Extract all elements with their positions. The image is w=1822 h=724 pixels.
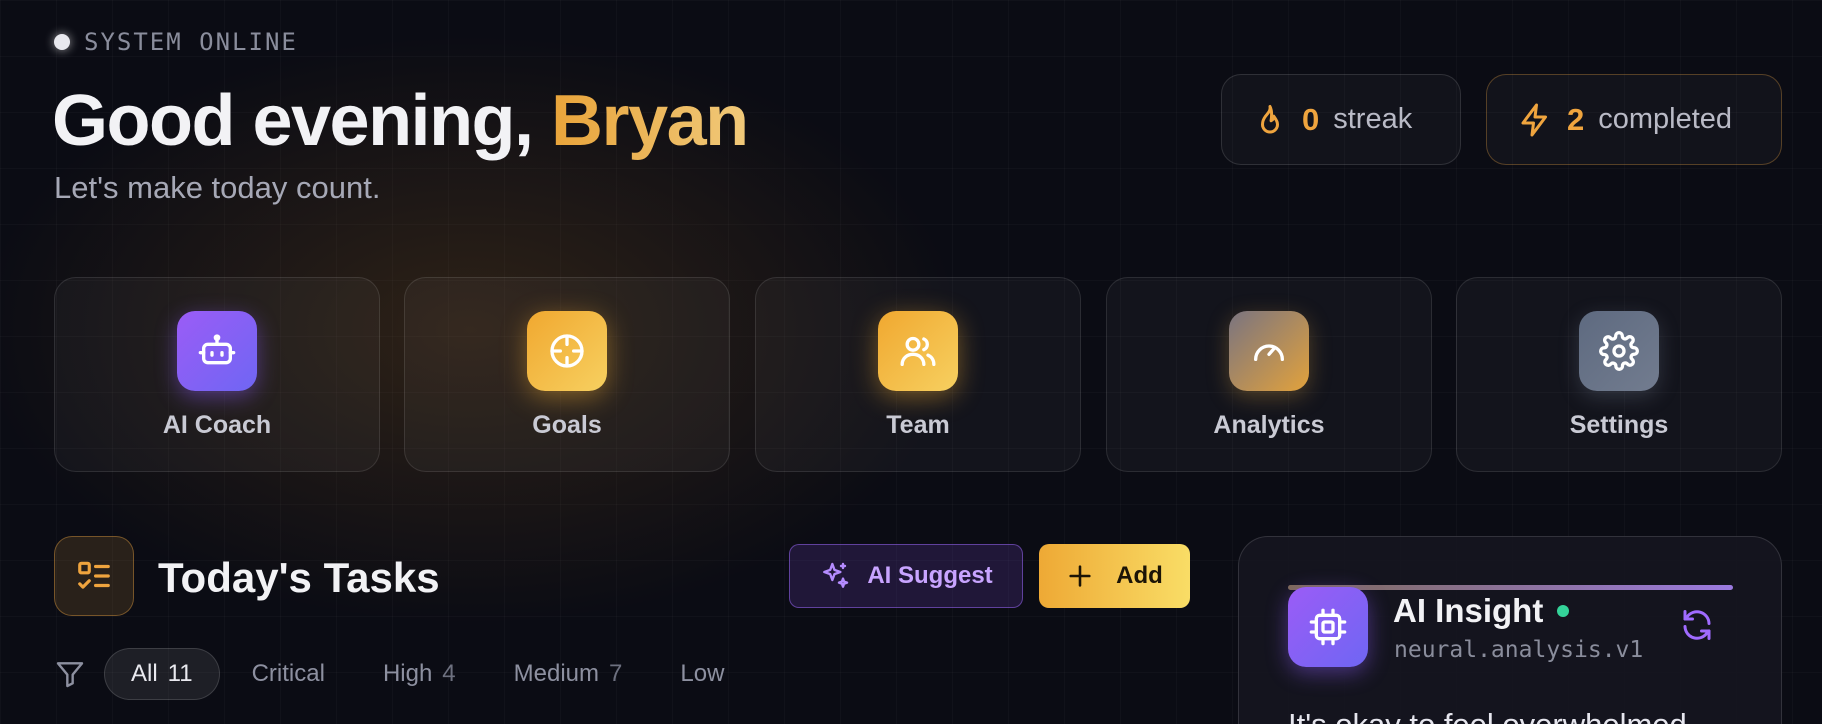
filter-label: High [382, 660, 433, 687]
filter-count: 11 [167, 660, 193, 687]
user-name: Bryan [551, 81, 749, 161]
page-subtitle: Let's make today count. [54, 170, 381, 205]
cpu-icon [1288, 587, 1368, 667]
completed-value: 2 [1567, 101, 1585, 137]
insight-message: It's okay to feel overwhelmed [1288, 707, 1687, 724]
filter-all[interactable]: All 11 [104, 648, 220, 700]
analytics-card[interactable]: Analytics [1106, 277, 1432, 472]
insight-title: AI Insight [1393, 592, 1570, 630]
streak-badge[interactable]: 0 streak [1221, 74, 1461, 165]
users-icon [878, 311, 958, 391]
insight-title-text: AI Insight [1393, 592, 1544, 629]
status-text: SYSTEM ONLINE [84, 28, 298, 56]
lightning-icon [1517, 102, 1553, 138]
completed-label: completed [1598, 103, 1733, 135]
add-task-button[interactable]: Add [1039, 544, 1190, 608]
team-card[interactable]: Team [755, 277, 1081, 472]
ai-suggest-label: AI Suggest [867, 562, 993, 589]
settings-card[interactable]: Settings [1456, 277, 1782, 472]
live-indicator [1557, 605, 1570, 617]
streak-label: streak [1333, 103, 1413, 135]
filter-label: Critical [251, 660, 325, 687]
status-dot [54, 34, 70, 50]
ai-coach-card[interactable]: AI Coach [54, 277, 380, 472]
completed-badge[interactable]: 2 completed [1486, 74, 1782, 165]
target-icon [527, 311, 607, 391]
task-list-icon [54, 536, 134, 616]
filter-label: All [131, 660, 158, 687]
ai-insight-panel: AI Insight neural.analysis.v1 It's okay … [1238, 536, 1782, 724]
streak-value: 0 [1302, 101, 1320, 137]
gear-icon [1579, 311, 1659, 391]
robot-icon [177, 311, 257, 391]
ai-coach-label: AI Coach [162, 411, 272, 439]
plus-icon [1066, 562, 1094, 590]
filter-label: Medium [513, 660, 600, 687]
sparkles-icon [819, 560, 851, 592]
filter-low[interactable]: Low [654, 648, 750, 700]
filter-critical[interactable]: Critical [226, 648, 351, 700]
team-label: Team [886, 411, 950, 439]
filter-high[interactable]: High 4 [357, 648, 482, 700]
tasks-title: Today's Tasks [158, 554, 440, 601]
filter-count: 7 [609, 660, 623, 687]
gauge-icon [1229, 311, 1309, 391]
goals-card[interactable]: Goals [404, 277, 730, 472]
filter-medium[interactable]: Medium 7 [488, 648, 649, 700]
add-label: Add [1116, 562, 1163, 589]
ai-suggest-button[interactable]: AI Suggest [789, 544, 1023, 608]
filter-count: 4 [442, 660, 456, 687]
greeting-prefix: Good evening, [52, 81, 534, 161]
page-title: Good evening, Bryan [52, 80, 749, 162]
task-filters: All 11 Critical High 4 Medium 7 Low [54, 648, 756, 700]
system-status: SYSTEM ONLINE [54, 28, 298, 56]
filter-icon[interactable] [54, 658, 86, 690]
filter-label: Low [680, 660, 725, 687]
settings-label: Settings [1569, 411, 1669, 439]
goals-label: Goals [532, 411, 602, 439]
flame-icon [1252, 102, 1288, 138]
analytics-label: Analytics [1213, 411, 1325, 439]
insight-subtitle: neural.analysis.v1 [1394, 637, 1644, 663]
refresh-icon[interactable] [1679, 607, 1715, 643]
